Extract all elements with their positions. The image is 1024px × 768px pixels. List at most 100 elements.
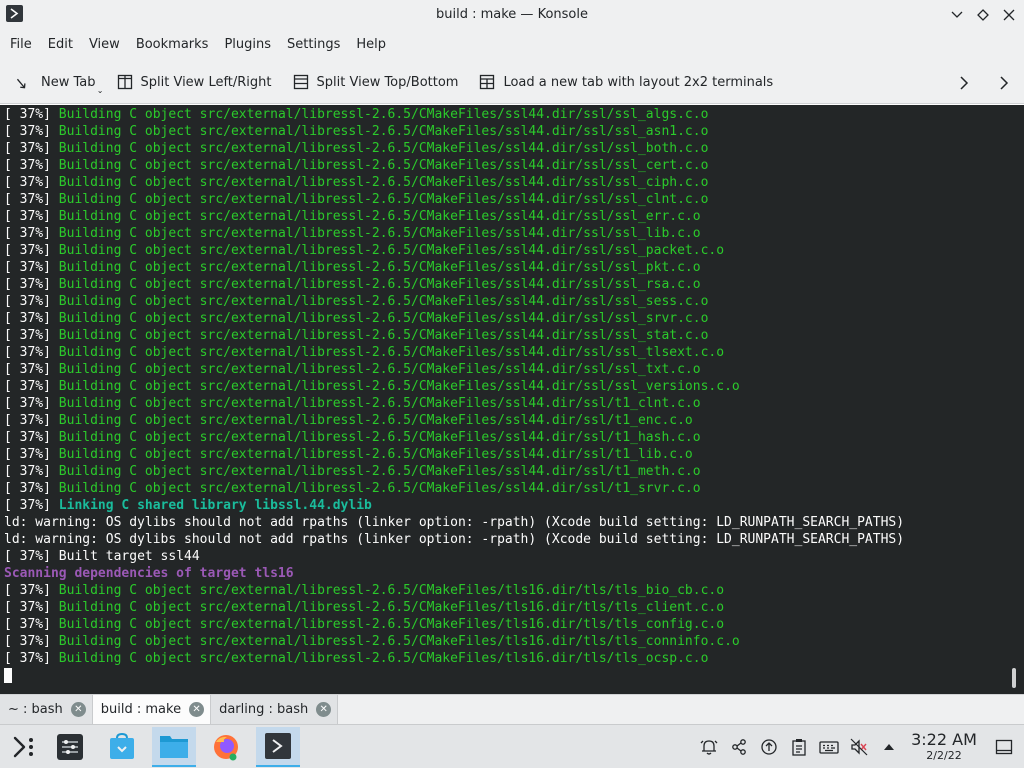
terminal-line-text: Building C object src/external/libressl-… [58, 260, 701, 275]
konsole-task-icon[interactable] [256, 727, 300, 767]
new-tab-button[interactable]: New Tab ⌄ [6, 66, 106, 98]
kde-connect-icon[interactable] [724, 725, 754, 768]
terminal-output: [ 37%] Building C object src/external/li… [4, 106, 904, 684]
terminal-line: Scanning dependencies of target tls16 [4, 565, 904, 582]
menu-view[interactable]: View [81, 32, 128, 58]
dropdown-arrow-icon: ⌄ [96, 86, 104, 95]
split-top-bottom-icon [292, 73, 310, 91]
terminal-line-text: Building C object src/external/libressl-… [58, 328, 709, 343]
title-bar: build : make — Konsole [0, 0, 1024, 29]
terminal-line-text: Building C object src/external/libressl-… [58, 617, 725, 632]
terminal-line-text: Building C object src/external/libressl-… [58, 447, 693, 462]
menu-help[interactable]: Help [348, 32, 394, 58]
terminal-line: [ 37%] Building C object src/external/li… [4, 157, 904, 174]
terminal-line-text: Linking C shared library libssl.44.dylib [58, 498, 372, 513]
terminal-line-text: Building C object src/external/libressl-… [58, 651, 709, 666]
toolbar-overflow-icon[interactable] [984, 61, 1024, 104]
terminal-line-text: Building C object src/external/libressl-… [58, 243, 725, 258]
terminal-line-text: Building C object src/external/libressl-… [58, 158, 709, 173]
layout-grid-icon [478, 73, 496, 91]
menu-edit[interactable]: Edit [40, 32, 81, 58]
tab-close-icon[interactable]: ✕ [316, 702, 332, 717]
terminal-line-text: Building C object src/external/libressl-… [58, 362, 701, 377]
progress-percent: [ 37%] [4, 651, 51, 666]
menu-bar: File Edit View Bookmarks Plugins Setting… [0, 29, 1024, 61]
terminal-line-text: Building C object src/external/libressl-… [58, 430, 701, 445]
terminal-line-text: Building C object src/external/libressl-… [58, 481, 701, 496]
terminal-line: ld: warning: OS dylibs should not add rp… [4, 514, 904, 531]
progress-percent: [ 37%] [4, 447, 51, 462]
progress-percent: [ 37%] [4, 192, 51, 207]
terminal-line: [ 37%] Building C object src/external/li… [4, 429, 904, 446]
layout-2x2-button[interactable]: Load a new tab with layout 2x2 terminals [468, 66, 783, 98]
tab-darling-bash[interactable]: darling : bash ✕ [211, 695, 339, 724]
file-manager-icon[interactable] [152, 727, 196, 767]
terminal-line: [ 37%] Building C object src/external/li… [4, 616, 904, 633]
terminal-view[interactable]: [ 37%] Building C object src/external/li… [0, 105, 1024, 694]
notifications-icon[interactable] [694, 725, 724, 768]
progress-percent: [ 37%] [4, 362, 51, 377]
digital-clock[interactable]: 3:22 AM 2/2/22 [904, 731, 984, 763]
menu-file[interactable]: File [2, 32, 40, 58]
terminal-line-text: Building C object src/external/libressl-… [58, 583, 725, 598]
keyboard-layout-icon[interactable] [814, 725, 844, 768]
progress-percent: [ 37%] [4, 430, 51, 445]
update-icon[interactable] [754, 725, 784, 768]
clock-date: 2/2/22 [926, 749, 962, 762]
progress-percent: [ 37%] [4, 379, 51, 394]
firefox-icon[interactable] [204, 727, 248, 767]
progress-percent: [ 37%] [4, 107, 51, 122]
progress-percent: [ 37%] [4, 498, 51, 513]
tab-close-icon[interactable]: ✕ [189, 702, 205, 717]
terminal-line-text: Building C object src/external/libressl-… [58, 294, 709, 309]
clipboard-icon[interactable] [784, 725, 814, 768]
split-top-bottom-label: Split View Top/Bottom [316, 74, 459, 90]
chevron-right-icon[interactable] [944, 61, 984, 104]
terminal-line: [ 37%] Building C object src/external/li… [4, 225, 904, 242]
minimize-icon[interactable] [948, 6, 966, 24]
tray-expand-icon[interactable] [874, 725, 904, 768]
clock-time: 3:22 AM [911, 730, 977, 749]
menu-bookmarks[interactable]: Bookmarks [128, 32, 217, 58]
system-settings-icon[interactable] [48, 727, 92, 767]
maximize-icon[interactable] [974, 6, 992, 24]
main-toolbar: New Tab ⌄ Split View Left/Right Split Vi… [0, 61, 1024, 104]
terminal-line: [ 37%] Building C object src/external/li… [4, 480, 904, 497]
terminal-line-text: Building C object src/external/libressl-… [58, 600, 725, 615]
show-desktop-icon[interactable] [984, 725, 1024, 768]
application-launcher-icon[interactable] [2, 727, 46, 767]
menu-settings[interactable]: Settings [279, 32, 348, 58]
progress-percent: [ 37%] [4, 464, 51, 479]
tab-build-make[interactable]: build : make ✕ [92, 695, 212, 724]
new-tab-label: New Tab [41, 74, 96, 90]
menu-plugins[interactable]: Plugins [216, 32, 279, 58]
tab-close-icon[interactable]: ✕ [70, 702, 86, 717]
terminal-line-text: Building C object src/external/libressl-… [58, 277, 701, 292]
progress-percent: [ 37%] [4, 481, 51, 496]
tab-bash-home[interactable]: ~ : bash ✕ [0, 695, 93, 724]
terminal-line: [ 37%] Building C object src/external/li… [4, 174, 904, 191]
terminal-line-text: ld: warning: OS dylibs should not add rp… [4, 532, 905, 547]
terminal-line-text: Building C object src/external/libressl-… [58, 192, 709, 207]
progress-percent: [ 37%] [4, 617, 51, 632]
split-left-right-button[interactable]: Split View Left/Right [106, 66, 282, 98]
terminal-line: [ 37%] Building C object src/external/li… [4, 208, 904, 225]
terminal-line-text: Building C object src/external/libressl-… [58, 124, 709, 139]
layout-2x2-label: Load a new tab with layout 2x2 terminals [503, 74, 774, 90]
close-icon[interactable] [1000, 6, 1018, 24]
terminal-line: [ 37%] Linking C shared library libssl.4… [4, 497, 904, 514]
new-tab-icon [16, 73, 34, 91]
terminal-line-text: Building C object src/external/libressl-… [58, 634, 740, 649]
scrollbar-handle[interactable] [1012, 668, 1016, 688]
tab-bar: ~ : bash ✕ build : make ✕ darling : bash… [0, 694, 1024, 724]
terminal-line-text: Scanning dependencies of target tls16 [4, 566, 294, 581]
volume-muted-icon[interactable] [844, 725, 874, 768]
terminal-line-text: Building C object src/external/libressl-… [58, 345, 725, 360]
terminal-line: [ 37%] Building C object src/external/li… [4, 633, 904, 650]
terminal-line: [ 37%] Building C object src/external/li… [4, 140, 904, 157]
terminal-line: [ 37%] Building C object src/external/li… [4, 463, 904, 480]
tab-label: build : make [100, 702, 182, 717]
taskbar: 3:22 AM 2/2/22 [0, 724, 1024, 768]
discover-icon[interactable] [100, 727, 144, 767]
split-top-bottom-button[interactable]: Split View Top/Bottom [282, 66, 469, 98]
